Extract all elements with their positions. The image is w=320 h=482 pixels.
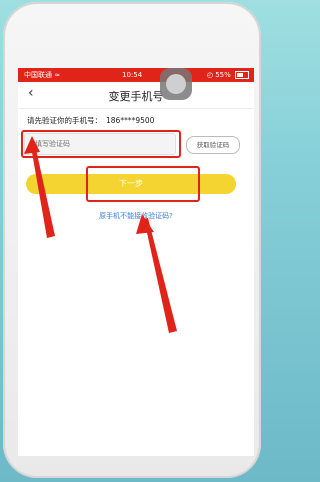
alarm-icon: ◴ — [206, 71, 213, 79]
annotation-arrow-right — [144, 218, 177, 333]
battery-percent: 55% — [215, 71, 231, 79]
assistive-touch-button[interactable] — [160, 68, 192, 100]
app-screen: 中国联通 ≈ 10:54 ◴ 55% ‹ 变更手机号 请先验证你的手机号： 186… — [18, 68, 254, 456]
annotation-box-code-input — [21, 130, 181, 158]
get-code-button[interactable]: 获取验证码 — [186, 136, 240, 154]
annotation-arrows — [24, 136, 177, 333]
carrier-text: 中国联通 — [24, 71, 52, 79]
verify-hint-text: 请先验证你的手机号： — [27, 116, 102, 125]
battery-icon — [235, 71, 249, 79]
wifi-icon: ≈ — [54, 71, 61, 79]
carrier-label: 中国联通 ≈ — [24, 68, 60, 82]
cant-receive-code-link[interactable]: 原手机不能接收验证码? — [18, 211, 254, 221]
masked-phone-number: 186****9500 — [106, 116, 155, 125]
annotation-box-next-button — [86, 166, 200, 202]
navigation-bar: ‹ 变更手机号 — [18, 82, 254, 109]
status-time: 10:54 — [122, 71, 143, 79]
battery-indicator: ◴ 55% — [207, 68, 249, 82]
page-title: 变更手机号 — [108, 90, 164, 103]
verify-phone-hint: 请先验证你的手机号： 186****9500 — [27, 115, 154, 126]
status-bar: 中国联通 ≈ 10:54 ◴ 55% — [18, 68, 254, 82]
